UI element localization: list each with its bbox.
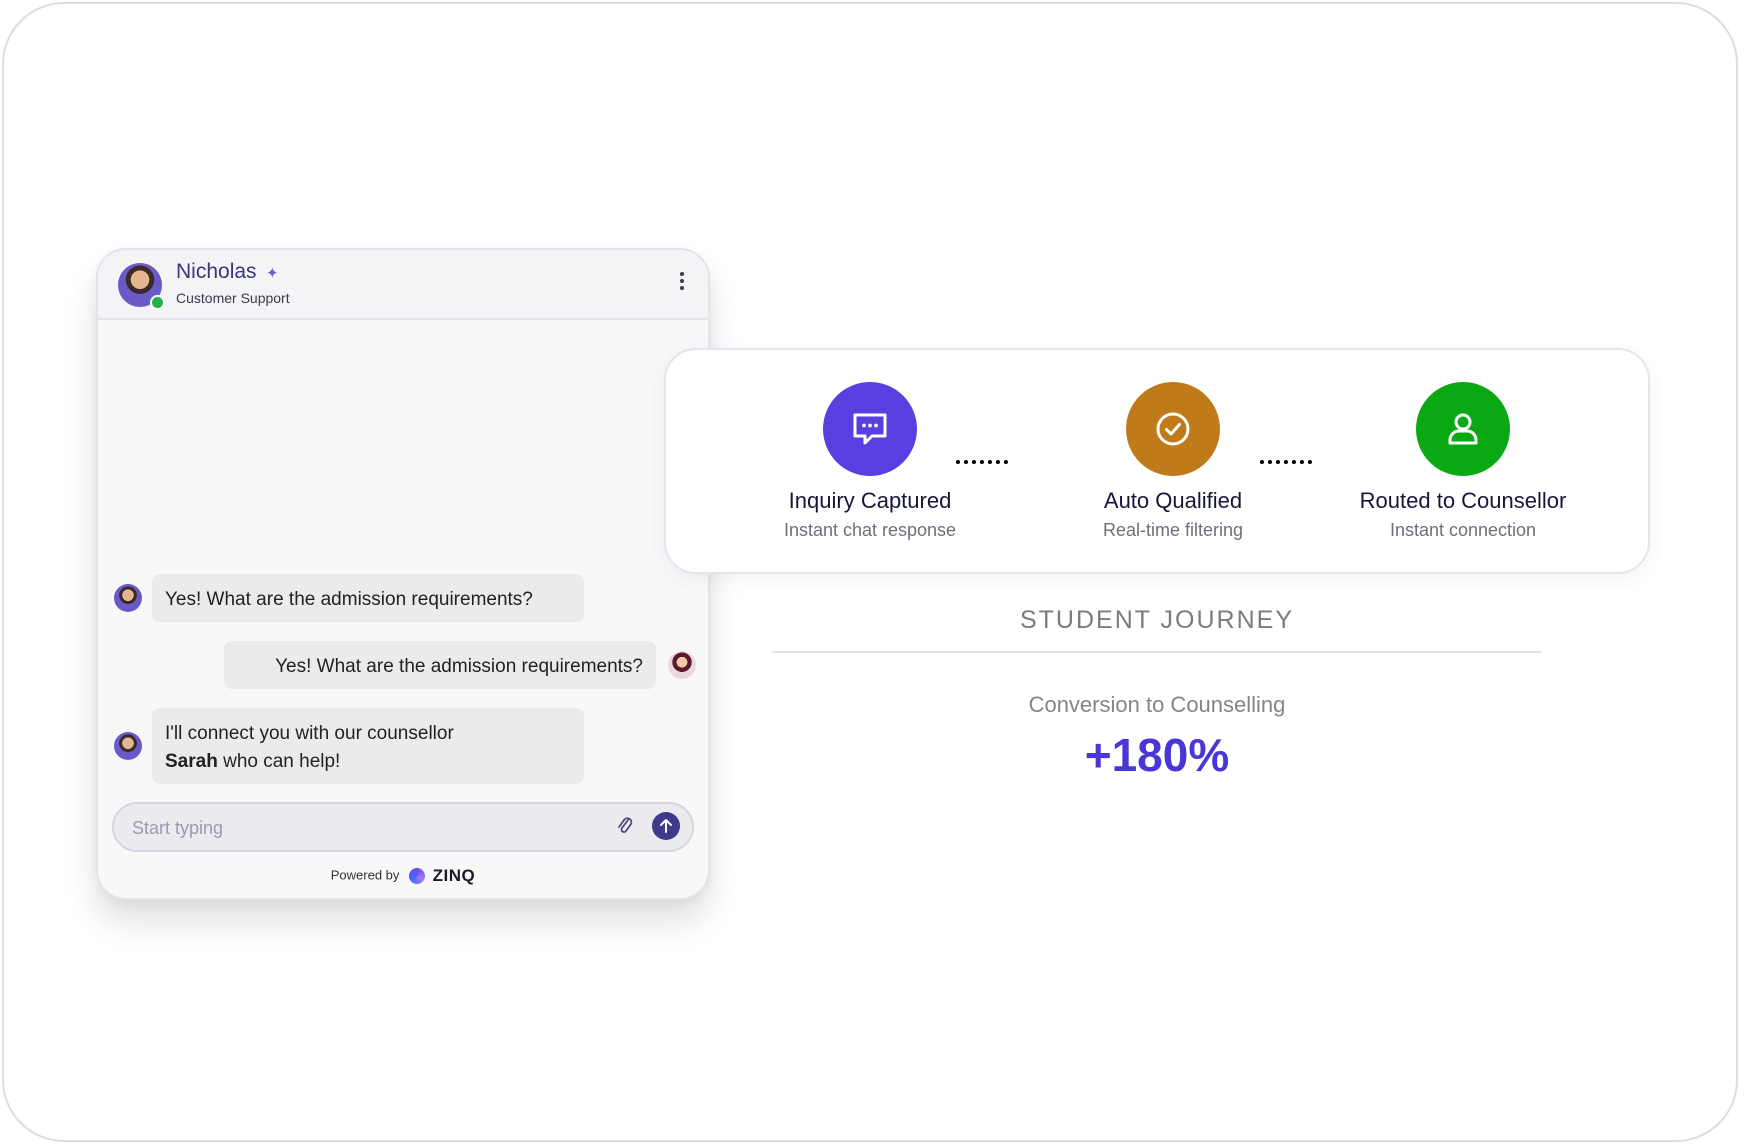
step-subtitle: Real-time filtering (1102, 520, 1244, 540)
step-connector (956, 460, 1008, 464)
sparkle-icon: ✦ (266, 265, 279, 282)
step-icon-circle (1416, 382, 1510, 476)
step-title: Auto Qualified (1103, 488, 1243, 513)
send-button[interactable] (652, 812, 680, 840)
step-title: Routed to Counsellor (1359, 488, 1567, 513)
step-title: Inquiry Captured (788, 488, 952, 513)
message-text: I'll connect you with our counsellor (165, 723, 454, 744)
metric-value: +180% (1084, 729, 1230, 781)
step-subtitle: Instant chat response (783, 520, 957, 540)
message-composer (112, 802, 694, 852)
message-bubble-user: Yes! What are the admission requirements… (224, 641, 656, 689)
arrow-up-icon (660, 819, 672, 833)
powered-by: Powered by ZINQ (98, 866, 708, 886)
message-bubble-agent: Yes! What are the admission requirements… (152, 574, 584, 622)
step-connector (1260, 460, 1312, 464)
step-icon-circle (823, 382, 917, 476)
message-text: Yes! What are the admission requirements… (275, 656, 643, 677)
check-circle-icon (1156, 412, 1190, 446)
chat-widget: Nicholas ✦ Customer Support Yes! What ar… (96, 248, 710, 900)
paperclip-icon[interactable] (616, 815, 634, 837)
agent-message-avatar (114, 584, 142, 612)
message-text: Yes! What are the admission requirements… (165, 589, 533, 610)
step-icon-circle (1126, 382, 1220, 476)
message-text: who can help! (217, 751, 341, 772)
zinq-logo-icon (409, 868, 426, 884)
journey-step-inquiry: Inquiry Captured Instant chat response (750, 382, 990, 541)
chat-bubble-icon (853, 413, 887, 445)
message-bubble-agent: I'll connect you with our counsellor Sar… (152, 708, 584, 784)
message-input[interactable] (130, 804, 574, 852)
online-status-icon (150, 295, 165, 310)
journey-step-qualified: Auto Qualified Real-time filtering (1053, 382, 1293, 541)
agent-name: Nicholas (176, 260, 257, 283)
metric-label: Conversion to Counselling (1028, 692, 1286, 717)
user-message-avatar (668, 651, 696, 679)
journey-heading: STUDENT JOURNEY (1019, 606, 1294, 634)
powered-by-label: Powered by (330, 867, 400, 883)
journey-card: Inquiry Captured Instant chat response A… (664, 348, 1650, 574)
journey-step-routed: Routed to Counsellor Instant connection (1333, 382, 1593, 541)
counsellor-name: Sarah (165, 751, 218, 772)
step-subtitle: Instant connection (1389, 520, 1537, 540)
chat-header: Nicholas ✦ Customer Support (98, 250, 708, 320)
brand-name[interactable]: ZINQ (433, 866, 476, 886)
section-divider (772, 651, 1542, 653)
more-options-icon[interactable] (678, 272, 686, 293)
agent-role: Customer Support (176, 290, 290, 306)
agent-message-avatar (114, 732, 142, 760)
user-icon (1448, 413, 1478, 445)
